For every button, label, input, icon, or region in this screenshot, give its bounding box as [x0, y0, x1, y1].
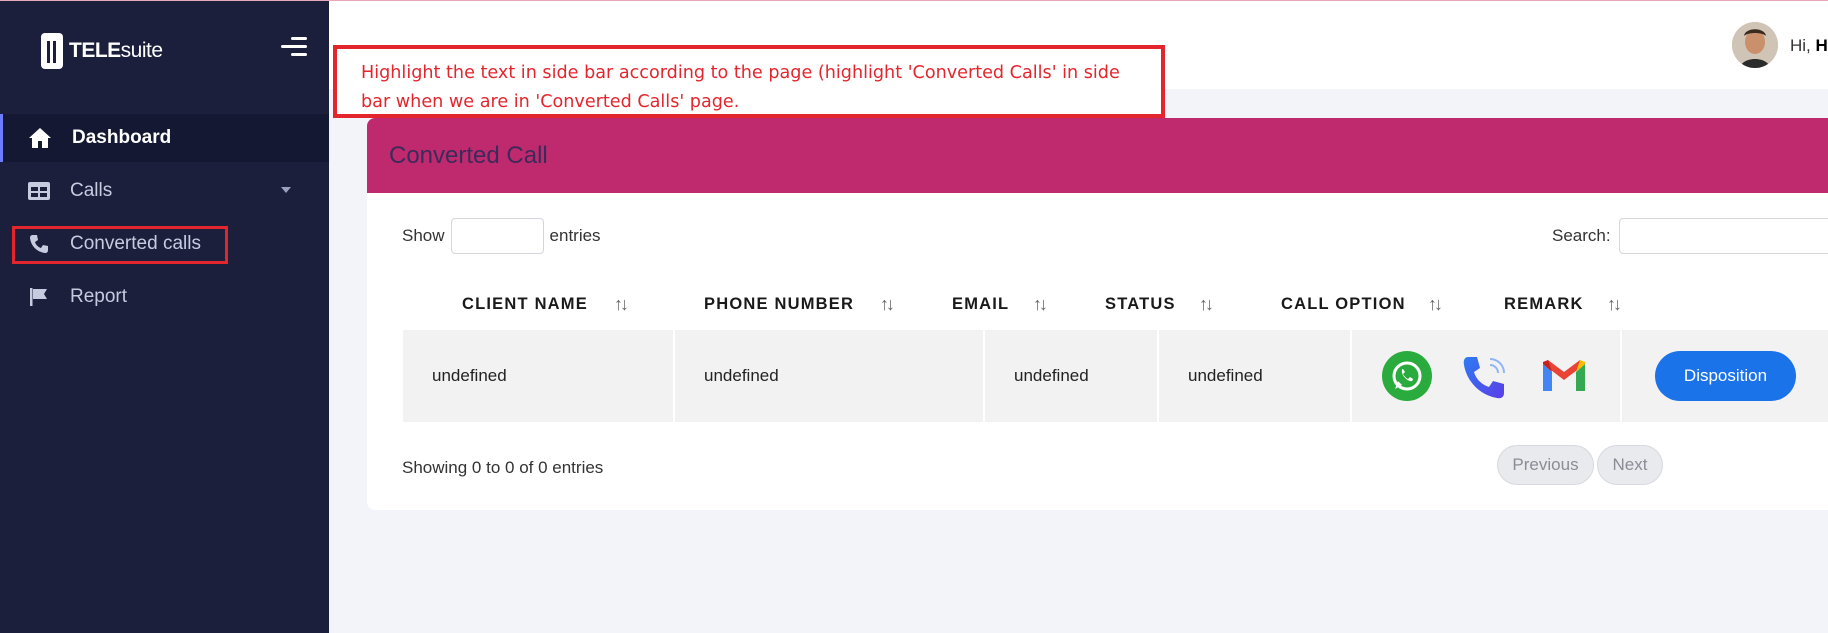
avatar[interactable] — [1732, 22, 1778, 68]
sort-icon[interactable]: ↑↓ — [614, 286, 629, 322]
search-input[interactable] — [1618, 218, 1828, 254]
whatsapp-icon[interactable] — [1382, 351, 1432, 401]
main-content: Hi, H Highlight the text in side bar acc… — [329, 1, 1828, 633]
cell-email: undefined — [985, 330, 1157, 422]
previous-button[interactable]: Previous — [1497, 445, 1594, 485]
sidebar: TELEsuite Dashboard Calls Converted call… — [0, 1, 329, 633]
sidebar-item-label: Dashboard — [72, 127, 172, 148]
cell-status: undefined — [1159, 330, 1350, 422]
table-info: Showing 0 to 0 of 0 entries — [402, 458, 604, 477]
cell-client-name: undefined — [403, 330, 673, 422]
column-header-call-option[interactable]: CALL OPTION — [1281, 286, 1406, 322]
sidebar-item-label: Calls — [70, 180, 113, 201]
sort-icon[interactable]: ↑↓ — [1607, 286, 1622, 322]
brand-name-bold: TELE — [69, 39, 121, 62]
logo-icon — [41, 33, 63, 69]
column-header-status[interactable]: STATUS — [1105, 286, 1176, 322]
annotation-note: Highlight the text in side bar according… — [333, 45, 1165, 118]
sort-icon[interactable]: ↑↓ — [880, 286, 895, 322]
sidebar-toggle-icon[interactable] — [281, 37, 307, 57]
sort-icon[interactable]: ↑↓ — [1199, 286, 1214, 322]
next-button[interactable]: Next — [1597, 445, 1663, 485]
column-header-remark[interactable]: REMARK — [1504, 286, 1584, 322]
sidebar-item-calls[interactable]: Calls — [0, 167, 329, 215]
user-greeting[interactable]: Hi, H — [1790, 36, 1828, 56]
cell-remark: Disposition — [1622, 330, 1828, 422]
column-header-phone-number[interactable]: PHONE NUMBER — [704, 286, 854, 322]
highlight-box — [12, 226, 228, 264]
entries-length-control: Show entries — [402, 218, 601, 254]
home-icon — [27, 125, 53, 151]
table-search: Search: — [1552, 218, 1828, 254]
column-header-email[interactable]: EMAIL — [952, 286, 1009, 322]
cell-call-option — [1352, 330, 1620, 422]
chevron-down-icon — [281, 187, 291, 193]
flag-icon — [26, 284, 52, 310]
disposition-button[interactable]: Disposition — [1655, 351, 1796, 401]
sort-icon[interactable]: ↑↓ — [1033, 286, 1048, 322]
brand-logo[interactable]: TELEsuite — [41, 33, 163, 69]
column-header-client-name[interactable]: CLIENT NAME — [462, 286, 588, 322]
sidebar-item-dashboard[interactable]: Dashboard — [0, 114, 329, 162]
converted-call-card: Converted Call Show entries Search: CLIE… — [367, 118, 1828, 510]
page-title: Converted Call — [389, 141, 548, 169]
entries-select[interactable] — [450, 218, 544, 254]
phone-call-icon[interactable] — [1460, 351, 1512, 403]
brand-name-light: suite — [120, 39, 163, 62]
table-row: undefined undefined undefined undefined … — [403, 330, 1828, 422]
sort-icon[interactable]: ↑↓ — [1428, 286, 1443, 322]
table-icon — [26, 178, 52, 204]
cell-phone-number: undefined — [675, 330, 983, 422]
sidebar-item-report[interactable]: Report — [0, 273, 329, 321]
card-header: Converted Call — [367, 118, 1828, 193]
sidebar-item-label: Report — [70, 286, 128, 307]
gmail-icon[interactable] — [1540, 358, 1588, 394]
